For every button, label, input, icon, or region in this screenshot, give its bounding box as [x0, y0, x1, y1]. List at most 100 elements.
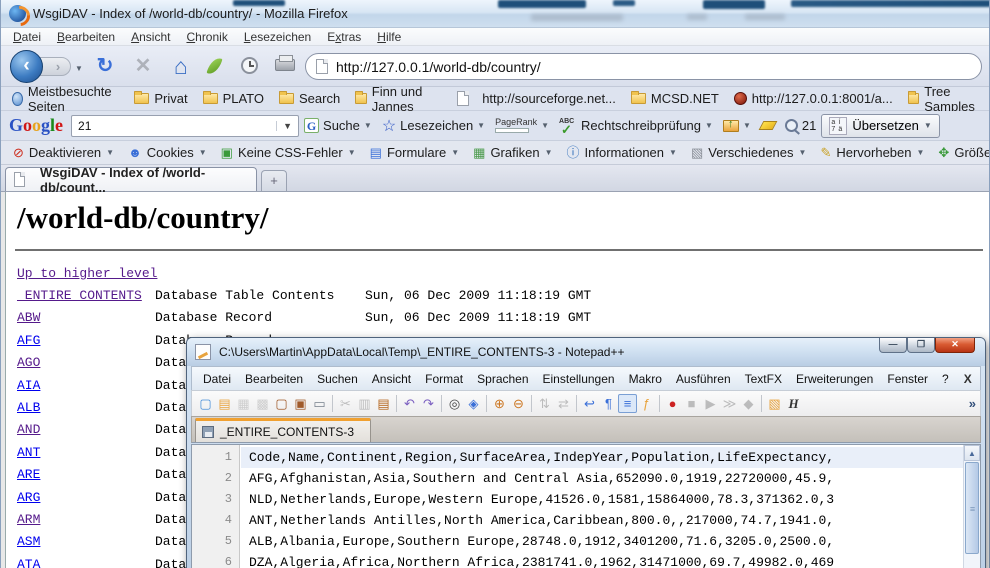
back-button[interactable]: ‹: [10, 50, 43, 83]
menu-datei[interactable]: Datei: [5, 29, 49, 45]
paste-icon[interactable]: ▤: [374, 394, 393, 413]
editor-text[interactable]: Code,Name,Continent,Region,SurfaceArea,I…: [241, 445, 963, 568]
webdev-verschiedenes[interactable]: ▧Verschiedenes▼: [685, 144, 813, 161]
save-macro-icon[interactable]: ◆: [739, 394, 758, 413]
google-search-input[interactable]: 21 ▼: [71, 115, 299, 137]
toolbar-overflow-icon[interactable]: »: [969, 396, 976, 411]
sync-scroll-v-icon[interactable]: ⇅: [535, 394, 554, 413]
firefox-titlebar[interactable]: WsgiDAV - Index of /world-db/country/ - …: [1, 0, 989, 28]
redo-icon[interactable]: ↷: [419, 394, 438, 413]
bookmark-http-127-0-0-1-8001-a[interactable]: http://127.0.0.1:8001/a...: [728, 89, 899, 108]
chevron-down-icon[interactable]: ▼: [106, 148, 114, 157]
notepad-titlebar[interactable]: C:\Users\Martin\AppData\Local\Temp\_ENTI…: [187, 338, 985, 366]
addon-leaf-icon[interactable]: [206, 56, 222, 77]
np-menu-einstellungen[interactable]: Einstellungen: [536, 370, 622, 388]
search-dropdown-icon[interactable]: ▼: [276, 121, 292, 131]
chevron-down-icon[interactable]: ▼: [364, 121, 372, 130]
menu-extras[interactable]: Extras: [319, 29, 369, 45]
google-bookmarks-button[interactable]: ☆ Lesezeichen ▼: [377, 116, 490, 136]
menu-ansicht[interactable]: Ansicht: [123, 29, 178, 45]
tab-wsgidav[interactable]: WsgiDAV - Index of /world-db/count...: [5, 167, 257, 191]
google-search-button[interactable]: G Suche ▼: [299, 118, 377, 133]
np-menu-suchen[interactable]: Suchen: [310, 370, 365, 388]
save-icon[interactable]: ▦: [234, 394, 253, 413]
pagerank-widget[interactable]: PageRank ▼: [490, 118, 554, 133]
close-button[interactable]: ✕: [935, 338, 975, 353]
np-menu-makro[interactable]: Makro: [622, 370, 669, 388]
url-text[interactable]: http://127.0.0.1/world-db/country/: [336, 59, 541, 75]
minimize-button[interactable]: —: [879, 338, 907, 353]
editor-line[interactable]: AFG,Afghanistan,Asia,Southern and Centra…: [241, 468, 963, 489]
dir-link-arm[interactable]: ARM: [17, 512, 40, 527]
chevron-down-icon[interactable]: ▼: [541, 121, 549, 130]
bookmark-mcsd-net[interactable]: MCSD.NET: [625, 89, 725, 108]
editor-line[interactable]: NLD,Netherlands,Europe,Western Europe,41…: [241, 489, 963, 510]
home-icon[interactable]: ⌂: [169, 55, 193, 77]
webdev-informationen[interactable]: ⓘInformationen▼: [561, 144, 683, 161]
dir-link-ata[interactable]: ATA: [17, 557, 40, 568]
np-menu-datei[interactable]: Datei: [196, 370, 238, 388]
zoom-in-icon[interactable]: ⊕: [490, 394, 509, 413]
np-menu-[interactable]: ?: [935, 370, 956, 388]
save-all-icon[interactable]: ▩: [253, 394, 272, 413]
chevron-down-icon[interactable]: ▼: [705, 121, 713, 130]
history-clock-icon[interactable]: [241, 57, 258, 74]
webdev-deaktivieren[interactable]: ⊘Deaktivieren▼: [7, 144, 120, 161]
webdev-grafiken[interactable]: ▦Grafiken▼: [467, 144, 558, 161]
chevron-down-icon[interactable]: ▼: [743, 121, 751, 130]
copy-icon[interactable]: ▥: [355, 394, 374, 413]
chevron-down-icon[interactable]: ▼: [917, 148, 925, 157]
send-to-button[interactable]: ▼: [718, 120, 756, 132]
editor-line[interactable]: ALB,Albania,Europe,Southern Europe,28748…: [241, 531, 963, 552]
np-menu-textfx[interactable]: TextFX: [738, 370, 789, 388]
close-doc-icon[interactable]: ▢: [272, 394, 291, 413]
dir-link-and[interactable]: AND: [17, 422, 40, 437]
scrollbar-thumb[interactable]: ≡: [965, 462, 979, 554]
close-all-icon[interactable]: ▣: [291, 394, 310, 413]
np-menu-ansicht[interactable]: Ansicht: [365, 370, 418, 388]
indent-guide-icon[interactable]: ≡: [618, 394, 637, 413]
scroll-up-button[interactable]: ▲: [964, 445, 980, 461]
word-find-button[interactable]: 21: [780, 118, 821, 133]
stop-macro-icon[interactable]: ■: [682, 394, 701, 413]
dir-link-ago[interactable]: AGO: [17, 355, 40, 370]
chevron-down-icon[interactable]: ▼: [669, 148, 677, 157]
dir-link-afg[interactable]: AFG: [17, 333, 40, 348]
open-folder-icon[interactable]: ▤: [215, 394, 234, 413]
bookmark-search[interactable]: Search: [273, 89, 346, 108]
bookmark-privat[interactable]: Privat: [128, 89, 193, 108]
sync-scroll-h-icon[interactable]: ⇄: [554, 394, 573, 413]
document-tab[interactable]: _ENTIRE_CONTENTS-3: [195, 418, 371, 442]
np-menu-bearbeiten[interactable]: Bearbeiten: [238, 370, 310, 388]
undo-icon[interactable]: ↶: [400, 394, 419, 413]
record-macro-icon[interactable]: ●: [663, 394, 682, 413]
doc-switcher-icon[interactable]: ▧: [765, 394, 784, 413]
highlighter-button[interactable]: [756, 121, 780, 130]
webdev-formulare[interactable]: ▤Formulare▼: [364, 144, 465, 161]
cut-icon[interactable]: ✂: [336, 394, 355, 413]
zoom-out-icon[interactable]: ⊖: [509, 394, 528, 413]
translate-button[interactable]: aí7ä Übersetzen ▼: [821, 114, 939, 138]
chevron-down-icon[interactable]: ▼: [924, 121, 932, 130]
chevron-down-icon[interactable]: ▼: [799, 148, 807, 157]
forward-button[interactable]: ›: [39, 57, 71, 76]
np-menu-fenster[interactable]: Fenster: [880, 370, 935, 388]
up-to-higher-level-link[interactable]: Up to higher level: [17, 266, 157, 281]
menu-hilfe[interactable]: Hilfe: [369, 29, 409, 45]
webdev-hervorheben[interactable]: ✎Hervorheben▼: [814, 144, 930, 161]
reload-icon[interactable]: ↻: [93, 55, 117, 77]
restore-button[interactable]: ❐: [907, 338, 935, 353]
new-file-icon[interactable]: ▢: [196, 394, 215, 413]
stop-icon[interactable]: ✕: [131, 55, 155, 77]
dir-link-arg[interactable]: ARG: [17, 490, 40, 505]
dir-link-asm[interactable]: ASM: [17, 534, 40, 549]
dir-link-are[interactable]: ARE: [17, 467, 40, 482]
play-macro-multi-icon[interactable]: ≫: [720, 394, 739, 413]
bookmark-http-sourceforge-net[interactable]: http://sourceforge.net...: [451, 89, 622, 108]
print-icon[interactable]: ▭: [310, 394, 329, 413]
webdev-gr-e[interactable]: ✥Größe▼: [932, 144, 989, 161]
editor-line[interactable]: ANT,Netherlands Antilles,North America,C…: [241, 510, 963, 531]
np-menu-ausf-hren[interactable]: Ausführen: [669, 370, 738, 388]
dir-link-abw[interactable]: ABW: [17, 310, 40, 325]
chevron-down-icon[interactable]: ▼: [451, 148, 459, 157]
